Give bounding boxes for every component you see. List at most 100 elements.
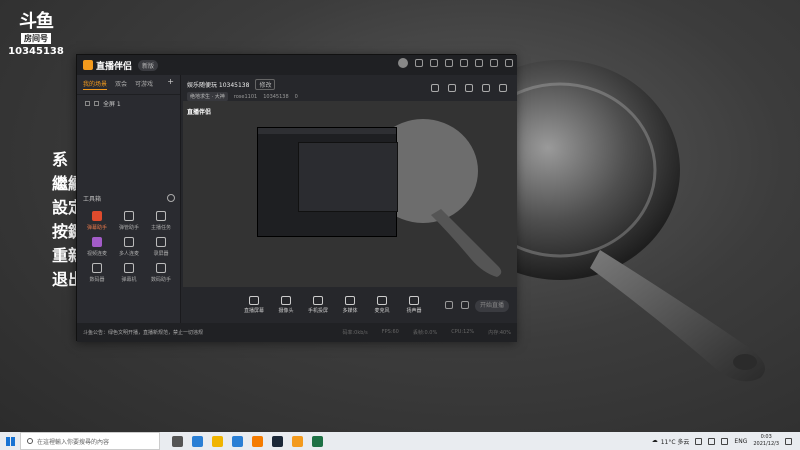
share-icon[interactable] [499,84,507,92]
toolbox-header: 工具箱 [83,194,175,203]
toolbox-title: 工具箱 [83,196,102,203]
tool-label: 数码器 [89,277,105,283]
settings-icon[interactable] [445,59,453,67]
bell-icon[interactable] [482,84,490,92]
tool-icon [156,211,166,221]
edge-icon[interactable] [192,435,203,447]
camera-button[interactable]: 摄像头 [275,296,297,314]
announcement-text: 斗鱼公告：绿色文明开播，直播新规范，禁止一切违规 [83,330,204,336]
tool-4[interactable]: 多人连麦 [113,237,145,257]
task-view-icon[interactable] [172,435,183,447]
visibility-icon[interactable] [85,101,90,106]
tool-icon [92,237,102,247]
windows-logo-icon [5,436,15,446]
screen-source-label: 直播屏幕 [243,308,264,314]
nested-screen [298,142,398,212]
lock-icon[interactable] [448,84,456,92]
minimize-icon[interactable] [475,59,483,67]
stat-bitrate: 码率:0kb/s [342,330,368,336]
tool-label: 主播任务 [150,225,171,231]
stream-preview[interactable]: 直播伴侣 [183,101,517,287]
tool-label: 数码助手 [150,277,171,283]
nested-window [257,127,398,237]
gift-icon[interactable] [430,59,438,67]
tool-0[interactable]: 弹幕助手 [81,211,113,231]
douyu-app-icon[interactable] [292,435,303,447]
menu-icon[interactable] [460,59,468,67]
room-tag: 房间号 [21,33,51,44]
video-icon[interactable] [445,301,453,309]
media-button[interactable]: 多媒体 [339,296,361,314]
taskbar-search[interactable]: 在這裡輸入你要搜尋的內容 [20,432,160,450]
toolbox-expand-icon[interactable] [167,194,175,202]
tool-7[interactable]: 弹幕机 [113,263,145,283]
tool-icon [156,237,166,247]
volume-icon[interactable] [721,437,729,445]
chevron-up-icon[interactable] [695,437,703,445]
record-icon[interactable] [465,84,473,92]
store-icon[interactable] [232,435,243,447]
stat-cpu: CPU:12% [451,329,475,335]
screenshot-icon[interactable] [431,84,439,92]
screen-source-button[interactable]: 直播屏幕 [243,296,265,314]
phone-cast-button[interactable]: 手机投屏 [307,296,329,314]
user-avatar[interactable] [398,58,408,68]
tool-label: 视频连麦 [86,251,107,257]
scene-item[interactable]: 全屏 1 [77,95,180,112]
clock[interactable]: 0:03 2021/12/3 [753,434,779,448]
start-live-button[interactable]: 开始直播 [475,300,509,312]
add-scene-button[interactable]: + [167,78,174,90]
close-icon[interactable] [505,59,513,67]
version-badge[interactable]: 新版 [138,59,159,71]
weather-widget[interactable]: ☁ 11°C 多云 [652,437,690,446]
tool-5[interactable]: 录屏器 [145,237,177,257]
tool-8[interactable]: 数码助手 [145,263,177,283]
mail-icon[interactable] [415,59,423,67]
stat-memory: 内存:40% [488,330,511,336]
live-companion-window: 直播伴侣 新版 我的场景 双会 可游戏 + 全屏 1 工具箱 弹幕助手 弹管助手… [76,54,517,342]
monitor-icon [249,296,259,305]
viewer-count: 0 [294,93,298,100]
tool-2[interactable]: 主播任务 [145,211,177,231]
camera-icon [281,296,291,305]
steam-icon[interactable] [272,435,283,447]
preview-logo: 直播伴侣 [187,109,212,116]
edit-title-button[interactable]: 修改 [255,79,276,90]
lock-icon[interactable] [94,101,99,106]
source-controls: 直播屏幕 摄像头 手机投屏 多媒体 麦克风 扬声器 开始直播 [183,287,517,323]
brand-name: 直播伴侣 [96,61,133,72]
mic-button[interactable]: 麦克风 [371,296,393,314]
stat-dropped: 丢帧:0.0% [412,330,438,336]
system-tray: ☁ 11°C 多云 ENG 0:03 2021/12/3 [652,434,800,448]
start-button[interactable] [0,432,20,450]
eye-icon[interactable] [461,301,469,309]
header-actions [431,84,507,92]
tab-my-scenes[interactable]: 我的场景 [83,79,108,90]
firefox-icon[interactable] [252,435,263,447]
windows-taskbar: 在這裡輸入你要搜尋的內容 ☁ 11°C 多云 ENG 0:03 2021/12/… [0,432,800,450]
app-brand: 直播伴侣 [83,59,132,72]
input-language[interactable]: ENG [734,438,747,445]
file-explorer-icon[interactable] [212,435,223,447]
tool-label: 弹幕机 [121,277,137,283]
phone-icon [313,296,323,305]
pinned-apps [172,435,323,447]
tab-third[interactable]: 可游戏 [135,79,153,90]
brand-logo-icon [83,60,93,70]
tool-icon [92,263,102,273]
tool-1[interactable]: 弹管助手 [113,211,145,231]
category-pill[interactable]: 绝地求生 · 大神 [187,92,228,101]
scene-panel: 我的场景 双会 可游戏 + 全屏 1 工具箱 弹幕助手 弹管助手 主播任务视频连麦 多… [77,75,181,323]
scene-tabs: 我的场景 双会 可游戏 + [77,75,180,95]
tab-second[interactable]: 双会 [115,79,127,90]
tool-3[interactable]: 视频连麦 [81,237,113,257]
maximize-icon[interactable] [490,59,498,67]
cloud-icon: ☁ [651,436,658,444]
excel-icon[interactable] [312,435,323,447]
notification-icon[interactable] [785,437,792,445]
stats-row: 码率:0kb/s FPS:60 丢帧:0.0% CPU:12% 内存:40% [342,329,517,336]
tool-6[interactable]: 数码器 [81,263,113,283]
tool-icon [156,263,166,273]
speaker-button[interactable]: 扬声器 [403,296,425,314]
network-icon[interactable] [708,437,716,445]
